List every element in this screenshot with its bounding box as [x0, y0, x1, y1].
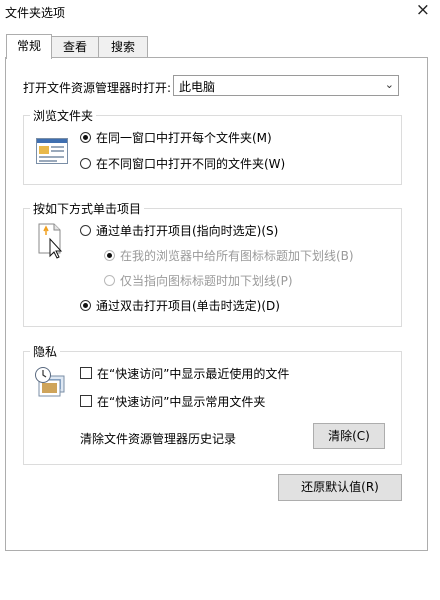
privacy-icon: [35, 367, 65, 397]
show-recent-files-checkbox[interactable]: [80, 367, 92, 379]
underline-always-label[interactable]: 在我的浏览器中给所有图标标题加下划线(B): [120, 247, 354, 264]
restore-defaults-button[interactable]: 还原默认值(R): [278, 474, 402, 501]
pointer-document-icon: [38, 223, 63, 259]
show-frequent-folders-checkbox[interactable]: [80, 395, 92, 407]
single-click-label[interactable]: 通过单击打开项目(指向时选定)(S): [96, 222, 278, 239]
open-with-label: 打开文件资源管理器时打开:: [23, 81, 172, 95]
window-title: 文件夹选项: [5, 6, 66, 20]
folder-window-icon: [36, 138, 68, 164]
close-icon[interactable]: ×: [416, 0, 430, 20]
double-click-radio[interactable]: [80, 300, 91, 311]
tab-view[interactable]: 查看: [50, 36, 100, 58]
tab-general[interactable]: 常规: [6, 34, 52, 59]
same-window-radio[interactable]: [80, 132, 91, 143]
same-window-label[interactable]: 在同一窗口中打开每个文件夹(M): [96, 129, 272, 146]
new-window-radio[interactable]: [80, 158, 91, 169]
open-with-value: 此电脑: [179, 80, 216, 94]
show-frequent-folders-label[interactable]: 在“快速访问”中显示常用文件夹: [97, 393, 265, 410]
privacy-title: 隐私: [30, 343, 61, 360]
single-click-radio[interactable]: [80, 225, 91, 236]
double-click-label[interactable]: 通过双击打开项目(单击时选定)(D): [96, 297, 280, 314]
title-bar: 文件夹选项 ×: [0, 0, 440, 28]
click-items-title: 按如下方式单击项目: [30, 200, 145, 217]
show-recent-files-label[interactable]: 在“快速访问”中显示最近使用的文件: [97, 365, 289, 382]
general-tab-panel: 打开文件资源管理器时打开: 此电脑 ⌄ 浏览文件夹 在同一窗口中打开每个文件夹(…: [5, 57, 428, 551]
underline-always-radio[interactable]: [104, 250, 115, 261]
clear-history-label: 清除文件资源管理器历史记录: [80, 432, 237, 446]
privacy-group: 隐私 在“快速访问”中显示最近使用的文件 在“快速访问”中显示常用文件夹 清除文…: [23, 343, 402, 465]
browse-folders-group: 浏览文件夹 在同一窗口中打开每个文件夹(M) 在不同窗口中打开不同的文件夹(W): [23, 107, 402, 185]
underline-hover-label[interactable]: 仅当指向图标标题时加下划线(P): [120, 272, 293, 289]
tab-search[interactable]: 搜索: [98, 36, 148, 58]
click-items-group: 按如下方式单击项目 通过单击打开项目(指向时选定)(S) 在我的浏览器中给所有图…: [23, 200, 402, 327]
underline-hover-radio[interactable]: [104, 275, 115, 286]
browse-folders-title: 浏览文件夹: [30, 107, 97, 124]
clear-history-button[interactable]: 清除(C): [313, 423, 385, 449]
new-window-label[interactable]: 在不同窗口中打开不同的文件夹(W): [96, 155, 285, 172]
chevron-down-icon: ⌄: [384, 78, 394, 91]
open-with-dropdown[interactable]: 此电脑 ⌄: [173, 75, 399, 96]
